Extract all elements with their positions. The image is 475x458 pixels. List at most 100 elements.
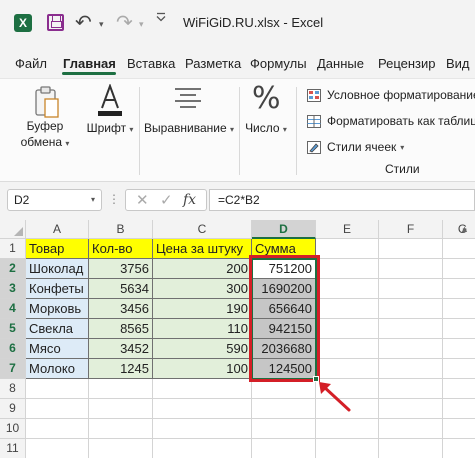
sheet-cell[interactable] — [252, 379, 316, 399]
sheet-cell[interactable] — [379, 319, 443, 339]
sheet-cell[interactable]: 3452 — [89, 339, 153, 359]
undo-icon[interactable]: ↶ — [75, 10, 92, 35]
row-header[interactable]: 5 — [0, 319, 26, 339]
sheet-cell[interactable] — [89, 379, 153, 399]
font-group[interactable]: Шрифт ▾ — [84, 79, 136, 183]
clipboard-group[interactable]: Буфер обмена ▾ — [10, 79, 80, 183]
sheet-cell[interactable]: Товар — [26, 239, 89, 259]
sheet-cell[interactable] — [153, 439, 252, 458]
sheet-cell[interactable]: 300 — [153, 279, 252, 299]
tab-insert[interactable]: Вставка — [127, 56, 175, 71]
sheet-cell[interactable] — [379, 299, 443, 319]
sheet-cell[interactable] — [316, 419, 379, 439]
redo-dropdown-icon[interactable]: ▾ — [139, 19, 144, 30]
redo-icon[interactable]: ↷ — [116, 10, 133, 35]
sheet-cell[interactable]: 590 — [153, 339, 252, 359]
sheet-cell[interactable] — [379, 279, 443, 299]
row-header[interactable]: 2 — [0, 259, 26, 279]
sheet-cell[interactable]: 3456 — [89, 299, 153, 319]
sheet-cell[interactable]: 200 — [153, 259, 252, 279]
sheet-cell[interactable] — [316, 359, 379, 379]
sheet-cell[interactable]: Сумма — [252, 239, 316, 259]
sheet-cell[interactable]: Мясо — [26, 339, 89, 359]
sheet-cell[interactable] — [379, 259, 443, 279]
sheet-cell[interactable]: Цена за штуку — [153, 239, 252, 259]
tab-review[interactable]: Рецензир — [378, 56, 436, 71]
scroll-up-icon[interactable]: ▲ — [460, 224, 469, 234]
column-header-a[interactable]: A — [26, 220, 89, 239]
sheet-cell[interactable]: 656640 — [252, 299, 316, 319]
sheet-cell[interactable] — [316, 339, 379, 359]
sheet-cell[interactable] — [26, 419, 89, 439]
cancel-entry-icon[interactable]: ✕ — [136, 191, 149, 209]
row-header[interactable]: 9 — [0, 399, 26, 419]
tab-formulas[interactable]: Формулы — [250, 56, 307, 71]
sheet-cell[interactable] — [26, 439, 89, 458]
sheet-cell[interactable]: 100 — [153, 359, 252, 379]
sheet-cell[interactable]: Молоко — [26, 359, 89, 379]
sheet-cell[interactable]: 3756 — [89, 259, 153, 279]
sheet-cell[interactable]: 5634 — [89, 279, 153, 299]
sheet-cell[interactable] — [89, 419, 153, 439]
sheet-cell[interactable]: 110 — [153, 319, 252, 339]
sheet-cell[interactable]: 190 — [153, 299, 252, 319]
column-header-g[interactable]: G — [443, 220, 475, 239]
sheet-cell[interactable] — [443, 319, 475, 339]
cell-styles-button[interactable]: Стили ячеек ▾ — [307, 140, 404, 154]
select-all-button[interactable] — [0, 220, 26, 239]
sheet-cell[interactable] — [443, 359, 475, 379]
tab-page-layout[interactable]: Разметка — [185, 56, 241, 71]
sheet-cell[interactable] — [316, 439, 379, 458]
sheet-cell[interactable] — [443, 379, 475, 399]
sheet-cell[interactable] — [316, 319, 379, 339]
sheet-cell[interactable] — [316, 239, 379, 259]
sheet-cell[interactable]: 942150 — [252, 319, 316, 339]
sheet-cell[interactable]: Морковь — [26, 299, 89, 319]
sheet-cell[interactable]: 8565 — [89, 319, 153, 339]
column-header-f[interactable]: F — [379, 220, 443, 239]
tab-data[interactable]: Данные — [317, 56, 364, 71]
sheet-cell[interactable]: 124500 — [252, 359, 316, 379]
sheet-cell[interactable] — [379, 339, 443, 359]
name-box[interactable]: D2 ▾ — [7, 189, 102, 211]
sheet-cell[interactable] — [252, 399, 316, 419]
sheet-cell[interactable] — [316, 299, 379, 319]
alignment-group[interactable]: Выравнивание ▾ — [141, 79, 237, 183]
sheet-cell[interactable] — [252, 439, 316, 458]
sheet-cell[interactable] — [443, 239, 475, 259]
column-header-c[interactable]: C — [153, 220, 252, 239]
row-header[interactable]: 7 — [0, 359, 26, 379]
sheet-cell[interactable] — [379, 399, 443, 419]
sheet-cell[interactable] — [443, 419, 475, 439]
formula-input[interactable]: =C2*B2 — [209, 189, 475, 211]
sheet-cell[interactable] — [153, 419, 252, 439]
customize-toolbar-icon[interactable] — [156, 12, 166, 22]
sheet-cell[interactable] — [379, 439, 443, 458]
sheet-cell[interactable] — [443, 259, 475, 279]
sheet-cell[interactable]: Свекла — [26, 319, 89, 339]
confirm-entry-icon[interactable]: ✓ — [160, 191, 173, 209]
row-header[interactable]: 1 — [0, 239, 26, 259]
row-header[interactable]: 11 — [0, 439, 26, 458]
sheet-cell[interactable] — [443, 299, 475, 319]
tab-view[interactable]: Вид — [446, 56, 470, 71]
row-header[interactable]: 4 — [0, 299, 26, 319]
sheet-cell[interactable] — [26, 379, 89, 399]
sheet-cell[interactable] — [379, 359, 443, 379]
save-icon[interactable] — [47, 14, 64, 31]
column-header-d[interactable]: D — [252, 220, 316, 239]
sheet-cell[interactable] — [379, 419, 443, 439]
sheet-cell[interactable] — [443, 339, 475, 359]
formula-bar-grip-icon[interactable]: ⋮ — [108, 192, 121, 206]
sheet-cell[interactable] — [443, 439, 475, 458]
insert-function-icon[interactable]: fx — [183, 192, 196, 208]
undo-dropdown-icon[interactable]: ▾ — [99, 19, 104, 30]
sheet-cell[interactable] — [316, 259, 379, 279]
sheet-cell[interactable]: 1245 — [89, 359, 153, 379]
sheet-cell[interactable]: Шоколад — [26, 259, 89, 279]
sheet-cell[interactable] — [379, 379, 443, 399]
sheet-cell[interactable] — [89, 399, 153, 419]
sheet-cell[interactable]: 751200 — [252, 259, 316, 279]
sheet-cell[interactable] — [89, 439, 153, 458]
row-header[interactable]: 8 — [0, 379, 26, 399]
